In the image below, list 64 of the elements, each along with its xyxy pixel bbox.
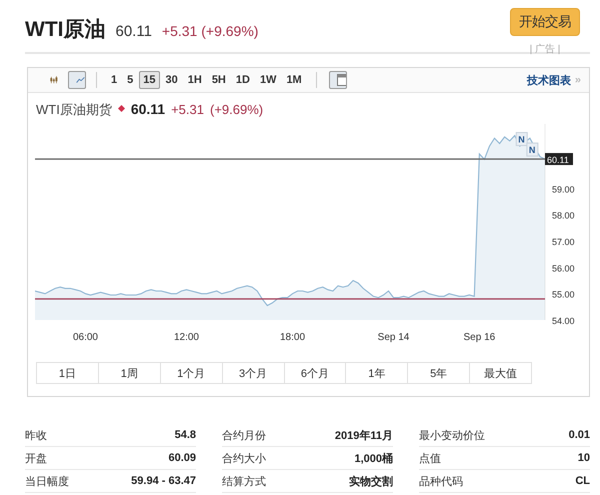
range-button[interactable]: 1个月: [160, 362, 222, 384]
arrow-icon: »: [574, 74, 581, 86]
stat-value: 1,000桶: [354, 452, 393, 466]
interval-button[interactable]: 1: [107, 71, 122, 89]
stat-label: 结算方式: [222, 474, 266, 488]
diamond-icon: [118, 105, 125, 112]
stat-label: 合约大小: [222, 452, 266, 466]
interval-button[interactable]: 5H: [208, 71, 230, 89]
chart-title: WTI原油期货: [36, 101, 112, 119]
interval-button[interactable]: 15: [139, 71, 160, 89]
stat-value: 54.8: [174, 429, 196, 441]
x-tick-label: Sep 16: [464, 332, 496, 343]
range-button[interactable]: 1年: [345, 362, 408, 384]
stat-label: 当日幅度: [25, 474, 69, 488]
stat-value: 实物交割: [349, 474, 393, 488]
stat-label: 品种代码: [419, 474, 463, 488]
stat-value: 2019年11月: [334, 428, 393, 442]
stat-value: 59.94 - 63.47: [131, 475, 196, 487]
interval-button[interactable]: 1D: [232, 71, 254, 89]
y-tick-label: 59.00: [552, 184, 575, 194]
event-flag[interactable]: N: [526, 142, 538, 157]
range-button[interactable]: 3个月: [222, 362, 284, 384]
range-button[interactable]: 1周: [98, 362, 160, 384]
y-tick-label: 55.00: [552, 290, 575, 300]
x-tick-label: 12:00: [174, 332, 199, 343]
stat-label: 开盘: [25, 452, 47, 466]
ref-line-label: 60.11: [547, 155, 569, 166]
y-tick-label: 58.00: [552, 210, 575, 221]
event-flag[interactable]: N: [516, 132, 528, 146]
range-button[interactable]: 最大值: [469, 362, 532, 384]
x-tick-label: 18:00: [280, 332, 306, 343]
technical-chart-link[interactable]: 技术图表: [526, 72, 571, 88]
stat-value: CL: [575, 475, 590, 487]
stat-label: 合约月份: [222, 428, 266, 442]
instrument-title: WTI原油: [25, 17, 106, 43]
stat-value: 0.01: [568, 429, 590, 441]
chart-change: +5.31: [171, 102, 204, 117]
range-button[interactable]: 1日: [36, 362, 98, 384]
y-tick-label: 54.00: [552, 316, 575, 326]
start-trading-button[interactable]: 开始交易: [510, 8, 580, 36]
line-chart-icon[interactable]: [68, 71, 86, 89]
interval-button[interactable]: 1M: [282, 71, 306, 89]
stat-label: 最小变动价位: [419, 428, 485, 442]
interval-button[interactable]: 1W: [256, 71, 280, 89]
stat-value: 60.09: [168, 452, 196, 464]
ad-label: | 广告 |: [530, 42, 560, 56]
price-change: +5.31 (+9.69%): [162, 23, 258, 39]
interval-button[interactable]: 1H: [184, 71, 206, 89]
interval-button[interactable]: 30: [162, 71, 182, 89]
last-price: 60.11: [115, 23, 152, 40]
stat-label: 昨收: [25, 428, 47, 442]
interval-button[interactable]: 5: [123, 71, 138, 89]
chart-change-percent: (+9.69%): [210, 102, 264, 117]
range-button[interactable]: 5年: [407, 362, 470, 384]
x-tick-label: Sep 14: [378, 332, 410, 343]
window-icon[interactable]: [328, 71, 347, 89]
y-tick-label: 57.00: [552, 236, 575, 247]
stat-value: 10: [578, 452, 590, 464]
chart-price: 60.11: [130, 101, 166, 117]
x-tick-label: 06:00: [72, 332, 98, 343]
range-button[interactable]: 6个月: [284, 362, 346, 384]
y-tick-label: 56.00: [552, 263, 575, 274]
stat-label: 点值: [419, 452, 441, 466]
price-tag: 60.11: [545, 153, 573, 166]
